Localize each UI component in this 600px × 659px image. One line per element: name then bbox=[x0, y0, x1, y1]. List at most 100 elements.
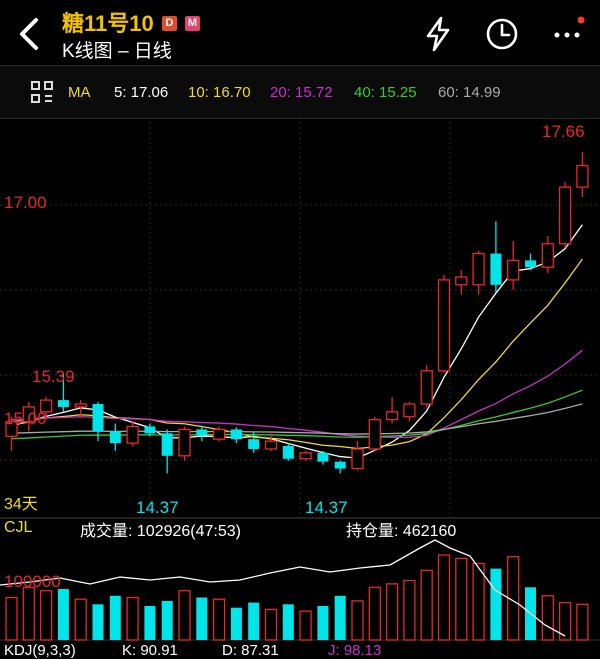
volume-bar bbox=[368, 586, 381, 641]
volume-bar bbox=[334, 595, 346, 640]
candle bbox=[385, 397, 399, 424]
ma-indicator-bar: MA 5: 17.06 10: 16.70 20: 15.72 40: 15.2… bbox=[0, 65, 600, 119]
more-menu-icon[interactable] bbox=[548, 16, 588, 52]
volume-bar bbox=[385, 583, 399, 641]
candle-body bbox=[317, 452, 329, 462]
candle-body bbox=[541, 243, 554, 268]
kline-chart[interactable]: 17.66 17.00 15.39 15.00 14.37 14.37 34天 … bbox=[0, 117, 600, 659]
volume-bar bbox=[248, 602, 260, 640]
volume-bar bbox=[420, 569, 433, 641]
kdj-k: K: 90.91 bbox=[122, 642, 178, 659]
candle bbox=[455, 270, 468, 295]
volume-bar bbox=[126, 596, 139, 641]
ma60-value: 60: 14.99 bbox=[438, 84, 501, 101]
candle-body bbox=[144, 426, 156, 434]
candle-body bbox=[264, 440, 278, 450]
candle-body bbox=[403, 403, 416, 418]
candle-body bbox=[334, 461, 346, 469]
badge-d: D bbox=[161, 15, 177, 31]
candle bbox=[161, 429, 173, 474]
candle bbox=[576, 151, 589, 197]
candle bbox=[472, 250, 485, 295]
contract-name: 糖11号10 bbox=[62, 11, 154, 36]
candle-body bbox=[507, 259, 520, 281]
candle-body bbox=[368, 418, 381, 450]
candle-body bbox=[490, 253, 502, 285]
candle bbox=[317, 450, 329, 465]
candle bbox=[264, 433, 278, 451]
volume-bar bbox=[109, 595, 121, 640]
candle bbox=[437, 275, 451, 373]
badge-m: M bbox=[184, 15, 200, 31]
low-price-label-right: 14.37 bbox=[305, 498, 348, 517]
kdj-j: J: 98.13 bbox=[328, 642, 381, 659]
ma-label: MA bbox=[68, 84, 91, 101]
candle-body bbox=[455, 276, 468, 286]
volume-bar bbox=[178, 590, 191, 641]
candle-body bbox=[420, 370, 433, 405]
volume-bar bbox=[437, 554, 451, 641]
volume-bar bbox=[39, 590, 53, 641]
candle-body bbox=[196, 429, 208, 436]
volume-bar bbox=[282, 604, 294, 640]
price-level-15: 15.00 bbox=[4, 409, 47, 428]
candle bbox=[403, 402, 416, 422]
volume-bar bbox=[5, 596, 18, 641]
candle bbox=[351, 441, 364, 471]
volume-bar bbox=[144, 606, 156, 640]
candle-body bbox=[299, 452, 312, 460]
open-interest-label: 持仓量: 462160 bbox=[346, 522, 456, 540]
candle-body bbox=[212, 428, 226, 440]
volume-bar bbox=[161, 600, 173, 640]
candle-body bbox=[126, 425, 139, 444]
volume-bar bbox=[403, 579, 416, 641]
cjl-label: CJL bbox=[4, 519, 33, 536]
candle-body bbox=[57, 400, 69, 407]
candle-body bbox=[576, 164, 589, 188]
high-price-label: 17.66 bbox=[542, 122, 585, 141]
ma40-value: 40: 15.25 bbox=[354, 84, 417, 101]
local-high-label: 15.39 bbox=[32, 367, 75, 386]
volume-bar bbox=[212, 598, 226, 641]
volume-bar bbox=[57, 589, 69, 640]
price-level-17: 17.00 bbox=[4, 193, 47, 212]
candle-body bbox=[248, 439, 260, 449]
low-price-label-left: 14.37 bbox=[136, 498, 179, 517]
volume-bar bbox=[472, 562, 485, 641]
candle-body bbox=[230, 429, 242, 440]
candle bbox=[541, 235, 554, 274]
candle bbox=[109, 423, 121, 451]
clock-icon[interactable] bbox=[482, 16, 522, 52]
candle bbox=[230, 427, 242, 444]
candle-body bbox=[385, 411, 399, 421]
candle bbox=[299, 450, 312, 461]
kdj-d: D: 87.31 bbox=[222, 642, 279, 659]
candle bbox=[334, 460, 346, 474]
chart-period-subtitle: K线图 – 日线 bbox=[62, 41, 172, 62]
candle bbox=[368, 416, 381, 451]
candle bbox=[558, 182, 572, 248]
volume-bar bbox=[92, 604, 104, 640]
days-label: 34天 bbox=[4, 496, 38, 513]
lightning-icon[interactable] bbox=[418, 16, 458, 52]
candle-body bbox=[161, 433, 173, 456]
candle-body bbox=[472, 252, 485, 286]
volume-bar bbox=[455, 557, 468, 641]
grid-menu-icon[interactable] bbox=[30, 80, 54, 108]
volume-bar bbox=[230, 607, 242, 640]
candle-body bbox=[74, 403, 87, 408]
back-arrow-icon[interactable] bbox=[12, 14, 46, 54]
candle bbox=[178, 426, 191, 461]
volume-bar bbox=[22, 586, 35, 641]
volume-scale-label: 100000 bbox=[4, 572, 61, 591]
candle-body bbox=[558, 186, 572, 245]
candle-body bbox=[178, 428, 191, 457]
volume-label: 成交量: 102926(47:53) bbox=[80, 522, 241, 540]
candle-body bbox=[109, 431, 121, 444]
candlesticks bbox=[5, 151, 589, 474]
candle-body bbox=[351, 448, 364, 470]
candle-body bbox=[92, 404, 104, 432]
candle-body bbox=[282, 446, 294, 459]
candle bbox=[420, 364, 433, 407]
volume-bar bbox=[196, 597, 208, 640]
